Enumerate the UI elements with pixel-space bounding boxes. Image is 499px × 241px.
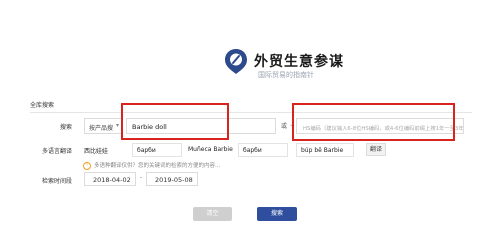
section-title: 全库搜索 <box>30 102 55 109</box>
translation-lang: Muñeca Barbie <box>188 143 238 157</box>
date-range-label: 检索时间段 <box>41 178 72 185</box>
logo-title: 外贸生意参谋 <box>254 54 344 70</box>
highlight-hs-box <box>292 103 455 141</box>
date-separator: - <box>140 174 143 181</box>
translation-lang: 西比娃娃 <box>84 143 130 157</box>
translation-label: 多语言翻译 <box>41 148 72 155</box>
search-button[interactable]: 搜索 <box>257 207 297 221</box>
search-label: 搜索 <box>59 124 72 131</box>
translation-input[interactable]: барби <box>238 143 288 157</box>
or-label: 或 <box>281 123 288 130</box>
warning-icon: ! <box>83 161 91 170</box>
chevron-down-icon: ▾ <box>115 122 119 129</box>
translation-input[interactable]: барби <box>132 143 182 157</box>
start-date-input[interactable]: 2018-04-02 <box>84 172 136 186</box>
highlight-keyword-box <box>121 103 229 140</box>
translation-input[interactable]: búp bê Barbie <box>296 143 354 157</box>
logo-pin-icon <box>224 48 248 75</box>
translate-button[interactable]: 翻译 <box>366 143 386 156</box>
end-date-input[interactable]: 2019-05-08 <box>146 172 198 186</box>
translation-warning-text: 多语种翻译仅供？您的关键词的检索的方便的内容... <box>94 163 221 169</box>
search-mode-value: 按产品搜 <box>89 125 114 132</box>
logo-subtitle: 国际贸易的指南针 <box>258 71 314 79</box>
translation-warning: ! 多语种翻译仅供？您的关键词的检索的方便的内容... <box>83 161 220 170</box>
search-mode-select[interactable]: 按产品搜 ▾ <box>84 118 123 134</box>
clear-button[interactable]: 清空 <box>193 207 232 221</box>
